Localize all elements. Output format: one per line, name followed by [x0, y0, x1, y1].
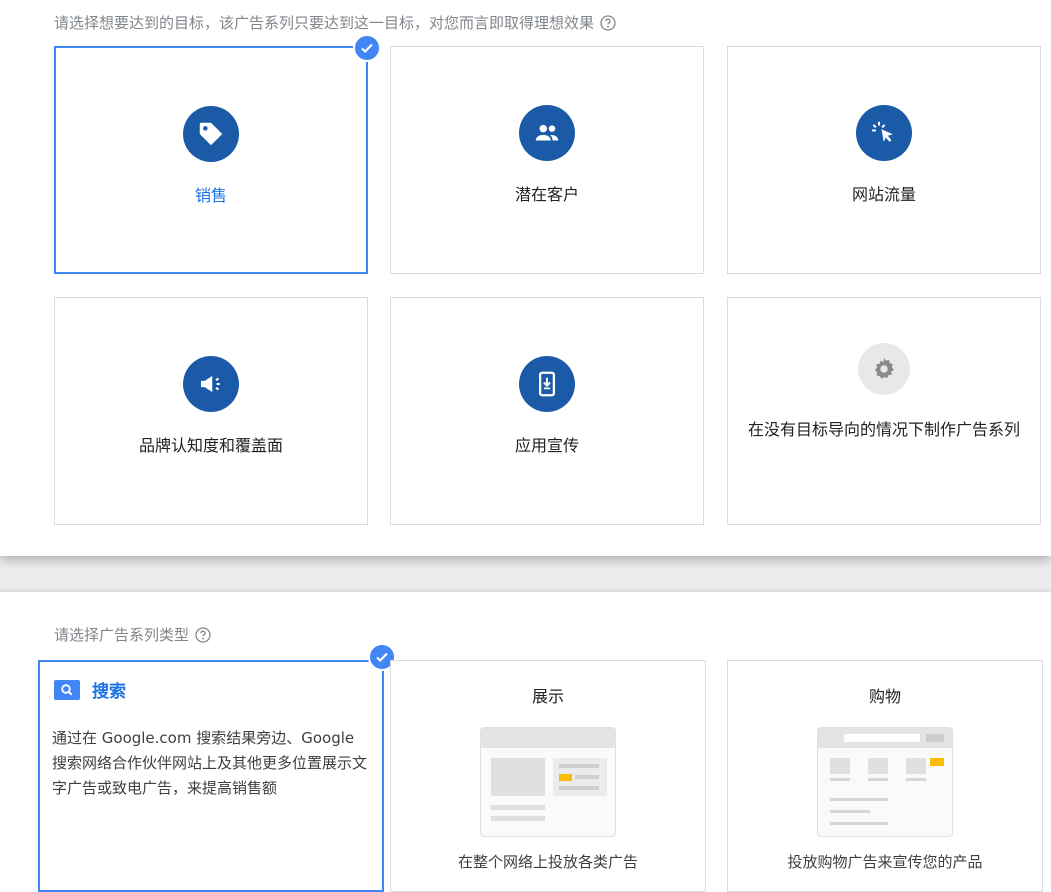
- goal-prompt: 请选择想要达到的目标，该广告系列只要达到这一目标，对您而言即取得理想效果: [54, 12, 616, 33]
- goal-label-website-traffic: 网站流量: [851, 185, 916, 204]
- goal-card-brand-awareness[interactable]: 品牌认知度和覆盖面: [54, 297, 368, 525]
- goal-selection-panel: 请选择想要达到的目标，该广告系列只要达到这一目标，对您而言即取得理想效果 销售 …: [0, 0, 1051, 556]
- goal-card-no-goal[interactable]: 在没有目标导向的情况下制作广告系列: [727, 297, 1041, 525]
- display-illustration: [480, 727, 616, 837]
- help-icon[interactable]: [195, 626, 211, 643]
- goal-card-sales[interactable]: 销售: [54, 46, 368, 274]
- type-prompt: 请选择广告系列类型: [54, 624, 211, 645]
- help-icon[interactable]: [600, 14, 616, 31]
- search-header: 搜索: [54, 677, 126, 702]
- search-type-title: 搜索: [92, 682, 126, 702]
- shopping-type-caption: 投放购物广告来宣传您的产品: [787, 853, 983, 871]
- shopping-type-title: 购物: [868, 687, 901, 706]
- campaign-type-search[interactable]: 搜索 通过在 Google.com 搜索结果旁边、Google 搜索网络合作伙伴…: [38, 660, 384, 892]
- goal-card-leads[interactable]: 潜在客户: [390, 46, 704, 274]
- shopping-illustration: [817, 727, 953, 837]
- cursor-click-icon: [856, 105, 912, 161]
- phone-download-icon: [519, 356, 575, 412]
- display-type-caption: 在整个网络上投放各类广告: [457, 853, 638, 871]
- display-type-title: 展示: [531, 687, 564, 706]
- selected-check-icon: [353, 34, 381, 62]
- goal-card-website-traffic[interactable]: 网站流量: [727, 46, 1041, 274]
- goal-label-leads: 潜在客户: [514, 185, 579, 204]
- campaign-type-shopping[interactable]: 购物 投放购物广告来宣传您的产品: [727, 660, 1043, 892]
- goal-label-app-promotion: 应用宣传: [514, 436, 579, 455]
- campaign-type-display[interactable]: 展示 在整个网络上投放各类广告: [390, 660, 706, 892]
- goal-card-app-promotion[interactable]: 应用宣传: [390, 297, 704, 525]
- goal-label-sales: 销售: [194, 186, 227, 205]
- goal-prompt-text: 请选择想要达到的目标，该广告系列只要达到这一目标，对您而言即取得理想效果: [54, 14, 595, 32]
- goal-label-no-goal: 在没有目标导向的情况下制作广告系列: [747, 420, 1020, 439]
- goal-label-brand-awareness: 品牌认知度和覆盖面: [138, 436, 283, 455]
- people-icon: [519, 105, 575, 161]
- search-icon: [54, 679, 80, 700]
- gear-icon: [858, 343, 910, 395]
- tag-icon: [183, 106, 239, 162]
- megaphone-icon: [183, 356, 239, 412]
- search-type-description: 通过在 Google.com 搜索结果旁边、Google 搜索网络合作伙伴网站上…: [52, 729, 368, 797]
- type-prompt-text: 请选择广告系列类型: [54, 626, 190, 644]
